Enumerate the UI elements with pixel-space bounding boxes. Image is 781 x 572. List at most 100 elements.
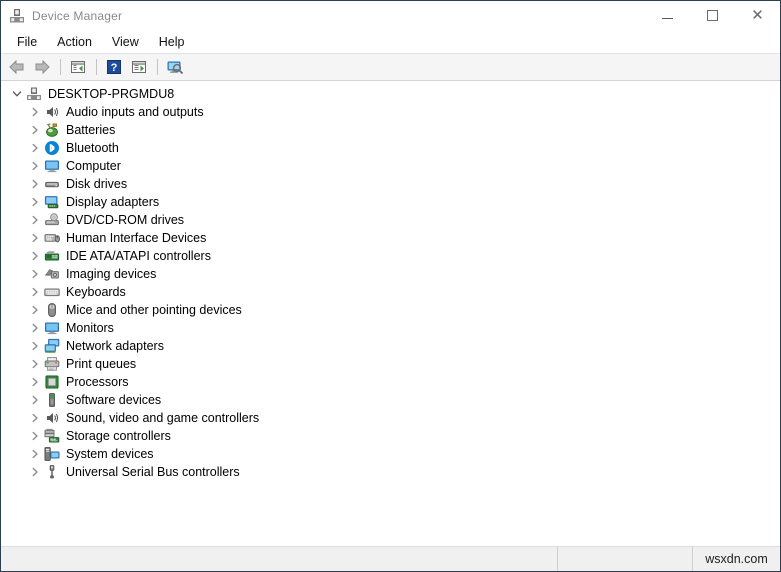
status-pane-secondary (558, 547, 693, 571)
toolbar: ? (1, 54, 780, 81)
chevron-right-icon[interactable] (28, 105, 42, 119)
tree-item-label: Mice and other pointing devices (66, 303, 242, 317)
menu-item-file[interactable]: File (7, 32, 47, 52)
chevron-right-icon[interactable] (28, 375, 42, 389)
toolbar-separator (96, 59, 97, 75)
tree-item-storage-controllers[interactable]: Storage controllers (1, 427, 780, 445)
chevron-right-icon[interactable] (28, 177, 42, 191)
chevron-right-icon[interactable] (28, 303, 42, 317)
minimize-button[interactable] (645, 1, 690, 30)
tree-item-keyboards[interactable]: Keyboards (1, 283, 780, 301)
properties-icon (131, 59, 147, 75)
device-manager-window: Device Manager ✕ File Action View Help ?… (0, 0, 781, 572)
tree-item-label: Bluetooth (66, 141, 119, 155)
chevron-right-icon[interactable] (28, 231, 42, 245)
tree-item-label: Computer (66, 159, 121, 173)
tree-item-label: Display adapters (66, 195, 160, 209)
tree-item-mice-and-other-pointing-devices[interactable]: Mice and other pointing devices (1, 301, 780, 319)
network-adapter-icon (44, 338, 60, 354)
display-adapter-icon (44, 194, 60, 210)
arrow-right-icon (33, 59, 51, 75)
chevron-right-icon[interactable] (28, 141, 42, 155)
computer-icon (26, 86, 42, 102)
console-tree-icon (70, 59, 86, 75)
printer-icon (44, 356, 60, 372)
tree-item-universal-serial-bus-controllers[interactable]: Universal Serial Bus controllers (1, 463, 780, 481)
forward-button[interactable] (30, 56, 54, 78)
tree-item-software-devices[interactable]: Software devices (1, 391, 780, 409)
chevron-right-icon[interactable] (28, 249, 42, 263)
chevron-right-icon[interactable] (28, 321, 42, 335)
menu-item-help[interactable]: Help (149, 32, 195, 52)
tree-item-label: Keyboards (66, 285, 126, 299)
close-button[interactable]: ✕ (735, 1, 780, 30)
tree-item-dvd-cd-rom-drives[interactable]: DVD/CD-ROM drives (1, 211, 780, 229)
tree-item-label: Audio inputs and outputs (66, 105, 204, 119)
chevron-right-icon[interactable] (28, 159, 42, 173)
menu-bar: File Action View Help (1, 30, 780, 54)
chevron-right-icon[interactable] (28, 213, 42, 227)
chevron-right-icon[interactable] (28, 357, 42, 371)
tree-root-label: DESKTOP-PRGMDU8 (48, 87, 175, 101)
chevron-right-icon[interactable] (28, 429, 42, 443)
tree-item-processors[interactable]: Processors (1, 373, 780, 391)
chevron-right-icon[interactable] (28, 195, 42, 209)
watermark-label: wsxdn.com (705, 552, 768, 566)
tree-item-audio-inputs-and-outputs[interactable]: Audio inputs and outputs (1, 103, 780, 121)
tree-item-label: Monitors (66, 321, 114, 335)
tree-item-label: Processors (66, 375, 129, 389)
processor-icon (44, 374, 60, 390)
tree-item-label: DVD/CD-ROM drives (66, 213, 185, 227)
keyboard-icon (44, 284, 60, 300)
chevron-right-icon[interactable] (28, 411, 42, 425)
chevron-right-icon[interactable] (28, 267, 42, 281)
tree-item-sound-video-and-game-controllers[interactable]: Sound, video and game controllers (1, 409, 780, 427)
menu-item-action[interactable]: Action (47, 32, 102, 52)
device-tree: DESKTOP-PRGMDU8 Audio inputs and outputs (1, 81, 780, 546)
arrow-left-icon (8, 59, 26, 75)
scan-hardware-icon (166, 59, 184, 75)
chevron-right-icon[interactable] (28, 393, 42, 407)
speaker-icon (44, 410, 60, 426)
menu-item-view[interactable]: View (102, 32, 149, 52)
show-hide-console-tree-button[interactable] (66, 56, 90, 78)
mouse-icon (44, 302, 60, 318)
close-icon: ✕ (751, 6, 764, 24)
battery-icon (44, 122, 60, 138)
tree-root-node[interactable]: DESKTOP-PRGMDU8 (1, 85, 780, 103)
chevron-right-icon[interactable] (28, 465, 42, 479)
speaker-icon (44, 104, 60, 120)
properties-button[interactable] (127, 56, 151, 78)
tree-item-batteries[interactable]: Batteries (1, 121, 780, 139)
toolbar-separator (157, 59, 158, 75)
maximize-button[interactable] (690, 1, 735, 30)
dvd-drive-icon (44, 212, 60, 228)
tree-item-print-queues[interactable]: Print queues (1, 355, 780, 373)
tree-item-monitors[interactable]: Monitors (1, 319, 780, 337)
tree-item-imaging-devices[interactable]: Imaging devices (1, 265, 780, 283)
maximize-icon (707, 10, 718, 21)
tree-item-disk-drives[interactable]: Disk drives (1, 175, 780, 193)
chevron-right-icon[interactable] (28, 447, 42, 461)
tree-item-network-adapters[interactable]: Network adapters (1, 337, 780, 355)
tree-item-computer[interactable]: Computer (1, 157, 780, 175)
help-button[interactable]: ? (102, 56, 126, 78)
minimize-icon (662, 18, 673, 19)
tree-item-label: Imaging devices (66, 267, 157, 281)
tree-item-bluetooth[interactable]: Bluetooth (1, 139, 780, 157)
tree-item-ide-ata-atapi-controllers[interactable]: IDE ATA/ATAPI controllers (1, 247, 780, 265)
title-bar: Device Manager ✕ (1, 1, 780, 30)
tree-item-system-devices[interactable]: System devices (1, 445, 780, 463)
toolbar-separator (60, 59, 61, 75)
tree-item-human-interface-devices[interactable]: Human Interface Devices (1, 229, 780, 247)
chevron-down-icon[interactable] (10, 87, 24, 101)
back-button[interactable] (5, 56, 29, 78)
software-device-icon (44, 392, 60, 408)
chevron-right-icon[interactable] (28, 285, 42, 299)
tree-item-display-adapters[interactable]: Display adapters (1, 193, 780, 211)
hid-icon (44, 230, 60, 246)
bluetooth-icon (44, 140, 60, 156)
scan-for-hardware-changes-button[interactable] (163, 56, 187, 78)
chevron-right-icon[interactable] (28, 339, 42, 353)
chevron-right-icon[interactable] (28, 123, 42, 137)
